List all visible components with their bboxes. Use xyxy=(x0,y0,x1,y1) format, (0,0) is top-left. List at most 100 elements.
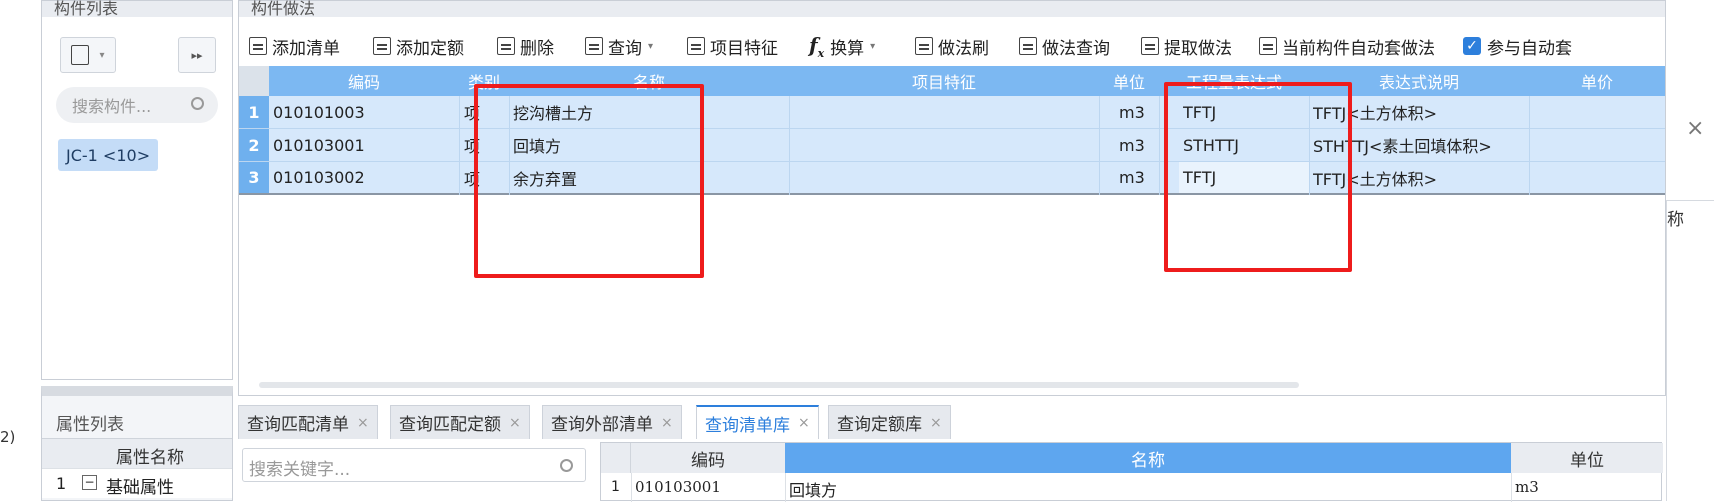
highlight-expression-column xyxy=(1164,82,1352,272)
tab-label: 查询匹配定额 xyxy=(399,415,501,435)
row-number: 1 xyxy=(239,96,269,128)
cell-name[interactable]: 回填方 xyxy=(789,477,837,501)
method-brush-button[interactable]: 做法刷 xyxy=(915,31,989,61)
component-search-input[interactable]: 搜索构件... xyxy=(72,93,151,117)
close-icon[interactable]: × xyxy=(1686,116,1704,141)
close-icon[interactable]: × xyxy=(661,415,673,431)
list-col-header-name: 名称 xyxy=(785,443,1511,473)
grid-header-row: 编码 类别 名称 项目特征 单位 工程量表达式 表达式说明 单价 xyxy=(239,66,1665,96)
expand-button[interactable]: ▸▸ xyxy=(178,37,216,73)
query-button[interactable]: 查询 ▾ xyxy=(585,31,653,61)
close-icon[interactable]: × xyxy=(930,415,942,431)
chevron-down-icon: ▾ xyxy=(648,40,654,52)
add-list-label: 添加清单 xyxy=(272,38,340,59)
auto-apply-checkbox[interactable]: ✓ 参与自动套 xyxy=(1463,31,1572,61)
list-library-grid: 编码 名称 单位 1 010103001 回填方 m3 xyxy=(600,442,1663,502)
tab-query-list-library[interactable]: 查询清单库 × xyxy=(696,405,819,439)
property-list-panel: 属性列表 属性名称 1 − 基础属性 xyxy=(41,386,233,501)
row-number: 1 xyxy=(611,479,620,495)
bottom-search-input[interactable]: 搜索关键字... xyxy=(249,455,350,480)
tab-query-match-quota[interactable]: 查询匹配定额 × xyxy=(390,405,530,439)
double-chevron-right-icon: ▸▸ xyxy=(191,48,203,62)
quota-add-icon xyxy=(373,37,391,55)
highlight-name-column xyxy=(474,84,704,278)
cell-code[interactable]: 010101003 xyxy=(273,96,365,128)
grid-corner xyxy=(239,66,269,96)
cell-unit[interactable]: m3 xyxy=(1119,129,1145,161)
component-list-header: 构件列表 xyxy=(42,1,232,17)
cell-unit[interactable]: m3 xyxy=(1515,478,1539,496)
search-icon xyxy=(191,97,204,110)
cell-code[interactable]: 010103002 xyxy=(273,162,365,193)
query-label: 查询 xyxy=(608,38,642,59)
tab-query-match-list[interactable]: 查询匹配清单 × xyxy=(238,405,378,439)
chevron-down-icon: ▾ xyxy=(99,49,105,61)
col-header-price: 单价 xyxy=(1580,73,1613,92)
auto-apply-icon xyxy=(1259,37,1277,55)
component-method-panel: 构件做法 添加清单 添加定额 删除 查询 ▾ 项目特征 fx 换算 ▾ 做法刷 做法查… xyxy=(238,0,1666,396)
project-feature-button[interactable]: 项目特征 xyxy=(687,31,778,61)
brush-icon xyxy=(915,37,933,55)
component-search-box[interactable]: 搜索构件... xyxy=(56,87,218,123)
method-query-icon xyxy=(1019,37,1037,55)
close-icon[interactable]: × xyxy=(798,415,810,431)
close-icon[interactable]: × xyxy=(357,415,369,431)
extract-method-label: 提取做法 xyxy=(1164,38,1232,59)
new-component-button[interactable]: ▾ xyxy=(60,37,116,73)
add-quota-label: 添加定额 xyxy=(396,38,464,59)
tab-query-quota-library[interactable]: 查询定额库 × xyxy=(828,405,951,439)
list-grid-header: 编码 名称 单位 xyxy=(601,443,1663,473)
background-window-table: 称 xyxy=(1666,200,1714,501)
convert-label: 换算 xyxy=(830,38,865,59)
extract-method-button[interactable]: 提取做法 xyxy=(1141,31,1232,61)
bottom-search-box[interactable]: 搜索关键字... xyxy=(242,448,586,482)
auto-apply-method-button[interactable]: 当前构件自动套做法 xyxy=(1259,31,1435,61)
property-list-header: 属性列表 xyxy=(56,415,124,435)
list-col-header-unit: 单位 xyxy=(1511,443,1663,473)
property-row-number: 1 xyxy=(56,474,67,493)
cell-unit[interactable]: m3 xyxy=(1119,96,1145,128)
method-query-button[interactable]: 做法查询 xyxy=(1019,31,1110,61)
method-toolbar: 添加清单 添加定额 删除 查询 ▾ 项目特征 fx 换算 ▾ 做法刷 做法查询 提取做… xyxy=(249,31,1659,61)
collapse-toggle-icon[interactable]: − xyxy=(82,475,97,490)
grid-row[interactable]: 2 010103001 项 回填方 m3 STHTTJ STHTTJ<素土回填体… xyxy=(239,129,1665,162)
delete-button[interactable]: 删除 xyxy=(497,31,554,61)
add-quota-button[interactable]: 添加定额 xyxy=(373,31,464,61)
horizontal-scrollbar[interactable] xyxy=(259,382,1299,388)
new-file-icon xyxy=(71,45,90,65)
tab-query-external-list[interactable]: 查询外部清单 × xyxy=(542,405,682,439)
property-row[interactable]: 1 − 基础属性 xyxy=(42,468,232,498)
checkbox-checked-icon: ✓ xyxy=(1463,37,1481,55)
search-icon xyxy=(560,459,573,472)
list-col-header-code: 编码 xyxy=(631,443,785,473)
row-number: 3 xyxy=(239,162,269,193)
convert-button[interactable]: fx 换算 ▾ xyxy=(809,31,875,61)
auto-apply-label: 当前构件自动套做法 xyxy=(1282,38,1435,59)
auto-apply-checkbox-label: 参与自动套 xyxy=(1487,38,1572,59)
grid-row[interactable]: 3 010103002 项 余方弃置 m3 TFTJ TFTJ<土方体积> xyxy=(239,162,1665,195)
cell-code[interactable]: 010103001 xyxy=(273,129,365,161)
left-edge-text: 2) xyxy=(0,428,16,446)
cell-code[interactable]: 010103001 xyxy=(635,478,721,496)
list-grid-row[interactable]: 1 010103001 回填方 m3 xyxy=(601,473,1661,502)
list-add-icon xyxy=(249,37,267,55)
query-icon xyxy=(585,37,603,55)
background-window-fragment: × 称 xyxy=(1666,110,1714,501)
tab-label: 查询匹配清单 xyxy=(247,415,349,435)
property-col-header: 属性名称 xyxy=(42,438,232,468)
delete-label: 删除 xyxy=(520,38,554,59)
col-header-feature: 项目特征 xyxy=(911,73,976,92)
component-method-header: 构件做法 xyxy=(239,1,1665,17)
property-name-label: 属性名称 xyxy=(116,448,184,468)
bottom-tab-bar: 查询匹配清单 × 查询匹配定额 × 查询外部清单 × 查询清单库 × 查询定额库 × xyxy=(238,405,1666,439)
add-list-button[interactable]: 添加清单 xyxy=(249,31,340,61)
col-header-code: 编码 xyxy=(347,73,380,92)
grid-row[interactable]: 1 010101003 项 挖沟槽土方 m3 TFTJ TFTJ<土方体积> xyxy=(239,96,1665,129)
col-header-unit: 单位 xyxy=(1112,73,1145,92)
project-feature-label: 项目特征 xyxy=(710,38,778,59)
property-row-label: 基础属性 xyxy=(106,478,174,498)
extract-icon xyxy=(1141,37,1159,55)
cell-unit[interactable]: m3 xyxy=(1119,162,1145,193)
component-item-jc1[interactable]: JC-1 <10> xyxy=(58,139,159,171)
close-icon[interactable]: × xyxy=(509,415,521,431)
